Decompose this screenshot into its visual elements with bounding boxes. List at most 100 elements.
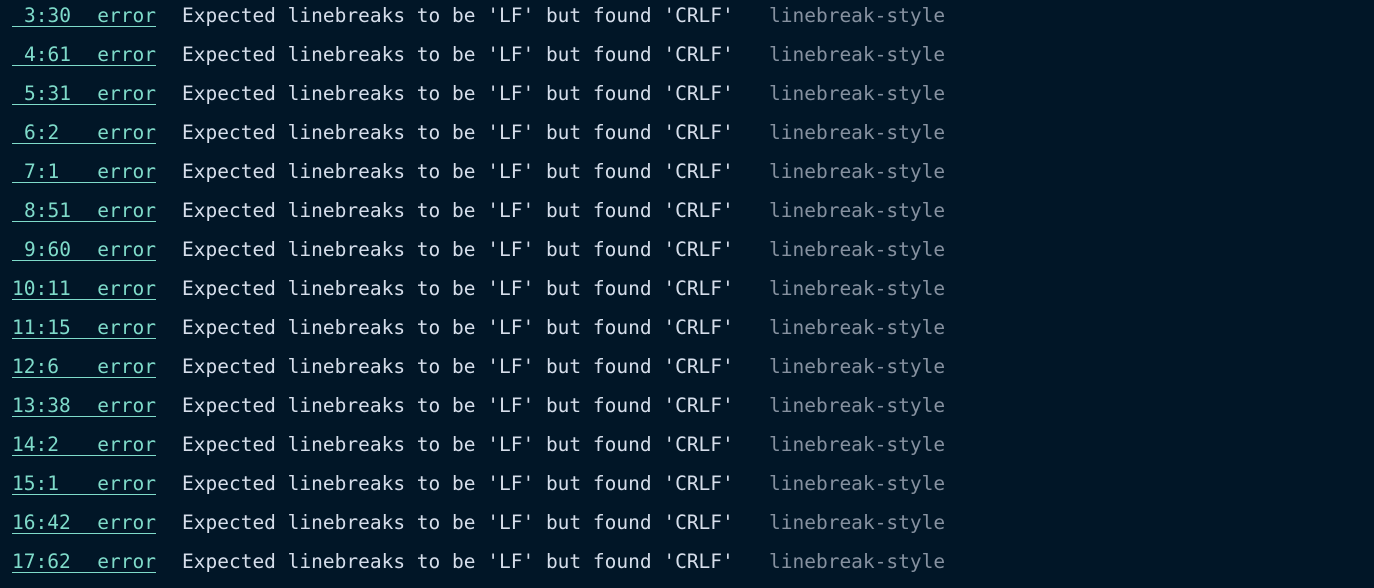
location-link[interactable]: 11:15 error xyxy=(12,308,156,347)
location-text: 16:42 xyxy=(12,511,71,534)
rule-name: linebreak-style xyxy=(769,121,946,144)
location-text: 15:1 xyxy=(12,472,59,495)
severity-label: error xyxy=(97,550,156,573)
link-underline xyxy=(12,260,156,261)
rule-name: linebreak-style xyxy=(769,4,946,27)
severity-label: error xyxy=(97,355,156,378)
severity-label: error xyxy=(97,277,156,300)
location-text: 4:61 xyxy=(24,43,71,66)
location-text: 7:1 xyxy=(24,160,60,183)
rule-name: linebreak-style xyxy=(769,43,946,66)
link-underline xyxy=(12,455,156,456)
location-text: 9:60 xyxy=(24,238,71,261)
lint-message: Expected linebreaks to be 'LF' but found… xyxy=(182,160,734,183)
location-text: 13:38 xyxy=(12,394,71,417)
severity-label: error xyxy=(97,511,156,534)
terminal-output: 3:30 error Expected linebreaks to be 'LF… xyxy=(0,0,1374,588)
location-link[interactable]: 12:6 error xyxy=(12,347,156,386)
location-link[interactable]: 6:2 error xyxy=(12,113,156,152)
rule-name: linebreak-style xyxy=(769,238,946,261)
location-link[interactable]: 16:42 error xyxy=(12,503,156,542)
location-link[interactable]: 4:61 error xyxy=(12,35,156,74)
severity-label: error xyxy=(97,43,156,66)
location-text: 10:11 xyxy=(12,277,71,300)
location-link[interactable]: 13:38 error xyxy=(12,386,156,425)
severity-label: error xyxy=(97,121,156,144)
severity-label: error xyxy=(97,472,156,495)
link-underline xyxy=(12,299,156,300)
location-link[interactable]: 5:31 error xyxy=(12,74,156,113)
lint-message: Expected linebreaks to be 'LF' but found… xyxy=(182,4,734,27)
lint-result-row: 10:11 error Expected linebreaks to be 'L… xyxy=(0,269,945,308)
link-underline xyxy=(12,494,156,495)
link-underline xyxy=(12,182,156,183)
location-link[interactable]: 14:2 error xyxy=(12,425,156,464)
lint-message: Expected linebreaks to be 'LF' but found… xyxy=(182,121,734,144)
lint-message: Expected linebreaks to be 'LF' but found… xyxy=(182,511,734,534)
lint-result-row: 7:1 error Expected linebreaks to be 'LF'… xyxy=(0,152,945,191)
location-text: 8:51 xyxy=(24,199,71,222)
rule-name: linebreak-style xyxy=(769,472,946,495)
lint-message: Expected linebreaks to be 'LF' but found… xyxy=(182,316,734,339)
lint-message: Expected linebreaks to be 'LF' but found… xyxy=(182,355,734,378)
rule-name: linebreak-style xyxy=(769,511,946,534)
location-text: 17:62 xyxy=(12,550,71,573)
rule-name: linebreak-style xyxy=(769,550,946,573)
location-link[interactable]: 7:1 error xyxy=(12,152,156,191)
link-underline xyxy=(12,533,156,534)
link-underline xyxy=(12,338,156,339)
link-underline xyxy=(12,221,156,222)
location-link[interactable]: 9:60 error xyxy=(12,230,156,269)
rule-name: linebreak-style xyxy=(769,355,946,378)
link-underline xyxy=(12,65,156,66)
link-underline xyxy=(12,572,156,573)
location-text: 14:2 xyxy=(12,433,59,456)
lint-result-row: 17:62 error Expected linebreaks to be 'L… xyxy=(0,542,945,581)
location-text: 11:15 xyxy=(12,316,71,339)
lint-result-row: 13:38 error Expected linebreaks to be 'L… xyxy=(0,386,945,425)
lint-result-row: 11:15 error Expected linebreaks to be 'L… xyxy=(0,308,945,347)
lint-result-row: 15:1 error Expected linebreaks to be 'LF… xyxy=(0,464,945,503)
link-underline xyxy=(12,416,156,417)
lint-message: Expected linebreaks to be 'LF' but found… xyxy=(182,199,734,222)
severity-label: error xyxy=(97,160,156,183)
location-link[interactable]: 10:11 error xyxy=(12,269,156,308)
link-underline xyxy=(12,377,156,378)
location-text: 3:30 xyxy=(24,4,71,27)
rule-name: linebreak-style xyxy=(769,316,946,339)
severity-label: error xyxy=(97,394,156,417)
lint-message: Expected linebreaks to be 'LF' but found… xyxy=(182,472,734,495)
location-link[interactable]: 8:51 error xyxy=(12,191,156,230)
rule-name: linebreak-style xyxy=(769,199,946,222)
lint-message: Expected linebreaks to be 'LF' but found… xyxy=(182,550,734,573)
lint-result-row: 9:60 error Expected linebreaks to be 'LF… xyxy=(0,230,945,269)
location-link[interactable]: 15:1 error xyxy=(12,464,156,503)
lint-result-row: 5:31 error Expected linebreaks to be 'LF… xyxy=(0,74,945,113)
severity-label: error xyxy=(97,316,156,339)
lint-message: Expected linebreaks to be 'LF' but found… xyxy=(182,238,734,261)
severity-label: error xyxy=(97,238,156,261)
lint-message: Expected linebreaks to be 'LF' but found… xyxy=(182,43,734,66)
link-underline xyxy=(12,143,156,144)
lint-result-row: 8:51 error Expected linebreaks to be 'LF… xyxy=(0,191,945,230)
lint-result-row: 3:30 error Expected linebreaks to be 'LF… xyxy=(0,0,945,35)
lint-message: Expected linebreaks to be 'LF' but found… xyxy=(182,82,734,105)
lint-result-row: 4:61 error Expected linebreaks to be 'LF… xyxy=(0,35,945,74)
rule-name: linebreak-style xyxy=(769,433,946,456)
location-text: 12:6 xyxy=(12,355,59,378)
lint-result-row: 16:42 error Expected linebreaks to be 'L… xyxy=(0,503,945,542)
lint-result-row: 12:6 error Expected linebreaks to be 'LF… xyxy=(0,347,945,386)
rule-name: linebreak-style xyxy=(769,82,946,105)
severity-label: error xyxy=(97,82,156,105)
severity-label: error xyxy=(97,199,156,222)
severity-label: error xyxy=(97,433,156,456)
lint-message: Expected linebreaks to be 'LF' but found… xyxy=(182,277,734,300)
location-link[interactable]: 3:30 error xyxy=(12,0,156,35)
location-text: 5:31 xyxy=(24,82,71,105)
rule-name: linebreak-style xyxy=(769,394,946,417)
severity-label: error xyxy=(97,4,156,27)
lint-message: Expected linebreaks to be 'LF' but found… xyxy=(182,394,734,417)
rule-name: linebreak-style xyxy=(769,277,946,300)
link-underline xyxy=(12,104,156,105)
location-link[interactable]: 17:62 error xyxy=(12,542,156,581)
